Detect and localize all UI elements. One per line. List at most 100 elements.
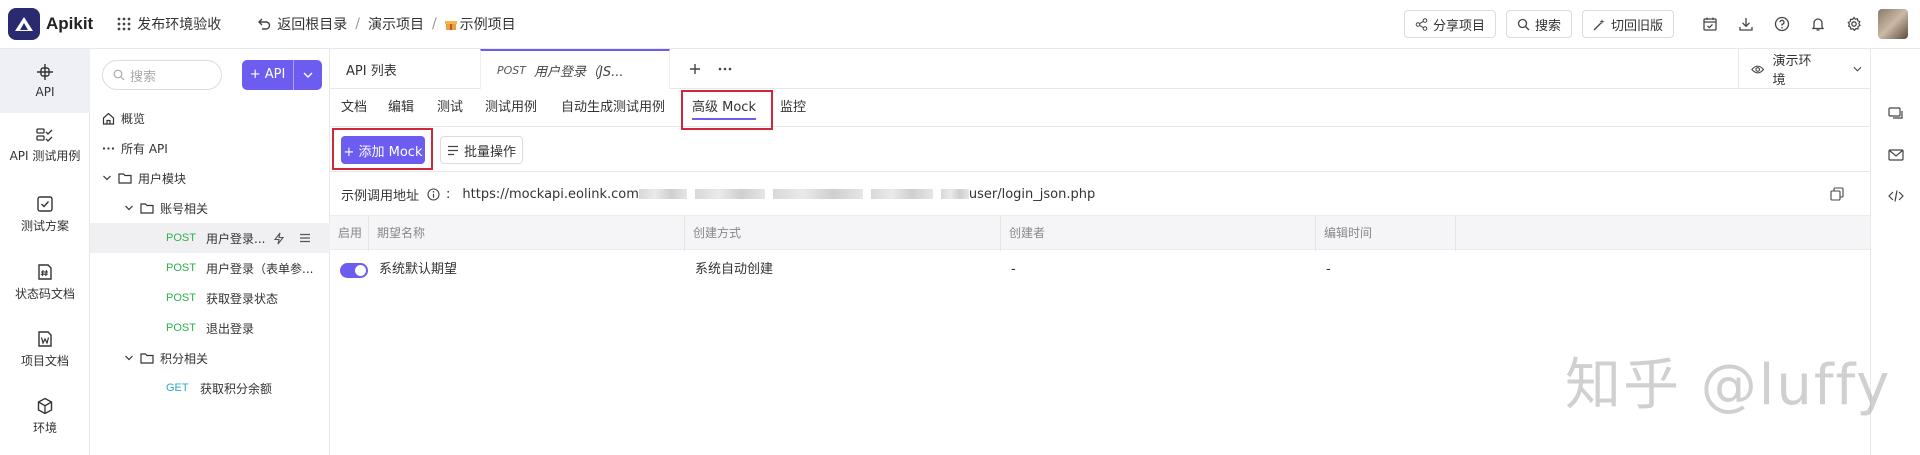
share-project-button[interactable]: 分享项目: [1403, 10, 1496, 38]
switch-old-version-button[interactable]: 切回旧版: [1581, 10, 1674, 38]
creation-method: 系统自动创建: [695, 262, 774, 277]
chevron-down-icon: [1853, 66, 1862, 72]
mock-url-redacted: [638, 189, 969, 199]
comment-icon[interactable]: [1888, 107, 1904, 121]
breadcrumb-workspace[interactable]: 演示项目: [368, 14, 424, 34]
tree-item-overview[interactable]: 概览: [90, 103, 330, 133]
plus-icon: [690, 64, 700, 74]
expectation-name: 系统默认期望: [379, 262, 458, 277]
tab-title: 用户登录（JS...: [534, 64, 624, 80]
tab-api-list[interactable]: API 列表: [330, 49, 480, 89]
rail-item-label: 状态码文档: [14, 287, 75, 301]
subtab-auto-generate[interactable]: 自动生成测试用例: [561, 89, 665, 127]
col-expectation-name: 期望名称: [368, 216, 425, 251]
tree-folder-account[interactable]: 账号相关: [90, 193, 330, 223]
chevron-down-icon: [125, 355, 133, 361]
http-method: POST: [166, 322, 196, 334]
apikit-logo-icon: [8, 8, 40, 40]
breadcrumb-project[interactable]: 示例项目: [444, 14, 516, 34]
more-tabs-button[interactable]: [710, 49, 740, 89]
breadcrumb-separator: /: [355, 16, 360, 32]
edit-time: -: [1326, 262, 1331, 277]
tree-folder-points[interactable]: 积分相关: [90, 343, 330, 373]
rail-item-api-test-case[interactable]: API 测试用例: [0, 127, 90, 164]
eye-icon: [1751, 65, 1765, 73]
tree-api-login-status[interactable]: POST 获取登录状态: [90, 283, 330, 313]
api-tabs-bar: API 列表 POST 用户登录（JS... 演示环境: [330, 49, 1870, 89]
creator: -: [1011, 262, 1016, 277]
col-edit-time: 编辑时间: [1315, 216, 1372, 251]
folder-icon: [140, 353, 154, 364]
folder-icon: [140, 203, 154, 214]
tree-api-points-balance[interactable]: GET 获取积分余额: [90, 373, 330, 403]
switch-old-version-label: 切回旧版: [1610, 18, 1663, 34]
tree-item-label: 账号相关: [160, 201, 209, 216]
grid-icon: [117, 17, 131, 31]
home-icon: [102, 112, 115, 125]
tree-item-label: 积分相关: [160, 351, 209, 366]
app-logo[interactable]: Apikit: [8, 8, 93, 40]
subtab-doc[interactable]: 文档: [341, 89, 367, 127]
api-tree-panel: 搜索 + API 概览 所有 API 用户模块 账号相关 POST 用户登录..…: [90, 49, 330, 455]
subtab-test-cases[interactable]: 测试用例: [485, 89, 537, 127]
publish-env-button[interactable]: 发布环境验收: [117, 14, 221, 34]
search-button[interactable]: 搜索: [1505, 10, 1572, 38]
rail-item-test-plan[interactable]: 测试方案: [0, 195, 90, 234]
tree-search-input[interactable]: 搜索: [102, 60, 222, 90]
menu-icon[interactable]: [299, 233, 311, 243]
mock-url-row: 示例调用地址 : https://mockapi.eolink.com user…: [330, 173, 1870, 215]
add-api-dropdown[interactable]: [294, 72, 322, 78]
tab-user-login[interactable]: POST 用户登录（JS...: [480, 49, 670, 89]
mock-url-label: 示例调用地址: [341, 188, 420, 204]
tree-item-all-api[interactable]: 所有 API: [90, 133, 330, 163]
download-icon[interactable]: [1728, 6, 1764, 42]
tree-api-logout[interactable]: POST 退出登录: [90, 313, 330, 343]
table-row[interactable]: 系统默认期望 系统自动创建 - -: [330, 250, 1870, 290]
tree-api-user-login-form[interactable]: POST 用户登录（表单参...: [90, 253, 330, 283]
api-name: 退出登录: [206, 321, 255, 336]
user-avatar[interactable]: [1878, 9, 1908, 39]
api-name: 用户登录（表单参...: [206, 261, 314, 276]
toggle-knob: [355, 265, 366, 276]
bell-icon[interactable]: [1800, 6, 1836, 42]
enable-toggle[interactable]: [340, 263, 368, 278]
share-project-label: 分享项目: [1432, 18, 1485, 34]
rail-item-label: 测试方案: [20, 219, 69, 233]
gear-icon[interactable]: [1836, 6, 1872, 42]
info-icon[interactable]: [427, 187, 440, 201]
rail-item-status-code-doc[interactable]: 状态码文档: [0, 263, 90, 302]
add-tab-button[interactable]: [680, 49, 710, 89]
mail-icon[interactable]: [1888, 149, 1904, 161]
tree-item-label: 所有 API: [121, 141, 168, 156]
add-api-button[interactable]: + API: [242, 60, 322, 90]
rail-item-label: 环境: [32, 421, 57, 435]
tab-label: API 列表: [346, 63, 397, 79]
api-name: 获取积分余额: [200, 381, 273, 396]
tree-api-user-login-json[interactable]: POST 用户登录...: [90, 223, 330, 253]
tree-item-label: 概览: [121, 111, 146, 126]
tree-folder-user-module[interactable]: 用户模块: [90, 163, 330, 193]
colon: :: [446, 186, 451, 202]
more-dots-icon: [102, 146, 115, 150]
copy-icon[interactable]: [1830, 187, 1844, 201]
subtab-monitor[interactable]: 监控: [780, 89, 806, 127]
back-root-button[interactable]: 返回根目录: [257, 14, 347, 34]
code-icon[interactable]: [1888, 189, 1904, 203]
http-method: POST: [166, 232, 196, 244]
rail-item-environment[interactable]: 环境: [0, 397, 90, 436]
rail-item-project-doc[interactable]: 项目文档: [0, 330, 90, 369]
batch-operation-button[interactable]: 批量操作: [440, 136, 523, 164]
watermark: 知乎 @luffy: [1565, 353, 1892, 418]
folder-icon: [118, 173, 132, 184]
mock-url-suffix[interactable]: user/login_json.php: [969, 187, 1095, 202]
environment-selector[interactable]: 演示环境: [1738, 49, 1870, 89]
rail-item-api[interactable]: API: [0, 49, 90, 113]
calendar-check-icon[interactable]: [1692, 6, 1728, 42]
subtab-edit[interactable]: 编辑: [388, 89, 414, 127]
mock-url-prefix[interactable]: https://mockapi.eolink.com: [462, 187, 638, 202]
subtab-test[interactable]: 测试: [437, 89, 463, 127]
back-root-label: 返回根目录: [277, 17, 348, 33]
help-icon[interactable]: [1764, 6, 1800, 42]
lightning-icon[interactable]: [273, 232, 285, 245]
search-label: 搜索: [1534, 18, 1561, 34]
